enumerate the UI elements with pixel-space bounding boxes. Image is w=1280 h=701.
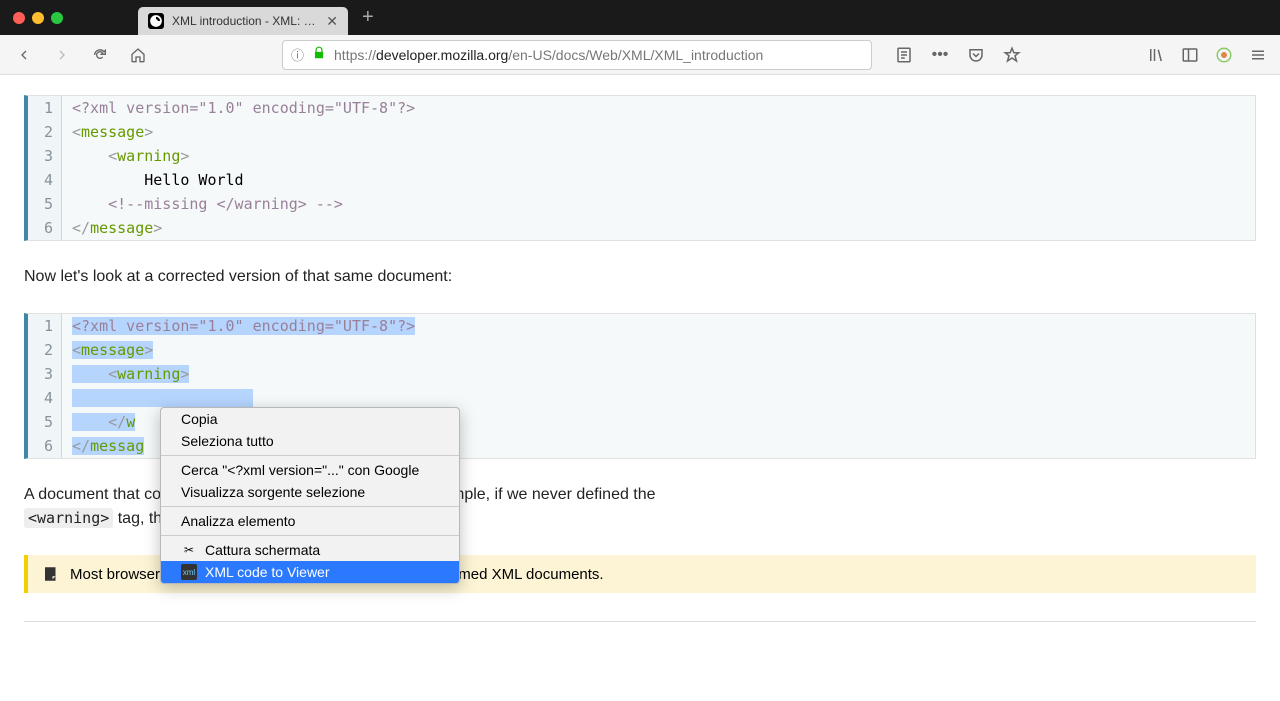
code-text[interactable]: <message>: [62, 120, 153, 144]
menu-icon[interactable]: [1246, 43, 1270, 67]
code-line: 3 <warning>: [28, 144, 1255, 168]
inline-code-warning-tag: <warning>: [24, 508, 113, 528]
minimize-window-button[interactable]: [32, 12, 44, 24]
code-line: 2<message>: [28, 338, 1255, 362]
line-number: 2: [28, 338, 62, 362]
line-number: 1: [28, 314, 62, 338]
code-text[interactable]: <warning>: [62, 144, 189, 168]
page-actions-icon[interactable]: •••: [928, 43, 952, 67]
lock-icon: [312, 46, 326, 63]
code-line: 3 <warning>: [28, 362, 1255, 386]
paragraph-corrected-intro: Now let's look at a corrected version of…: [24, 265, 1256, 289]
menu-copy[interactable]: Copia: [161, 408, 459, 430]
url-text: https://developer.mozilla.org/en-US/docs…: [334, 47, 863, 63]
home-button[interactable]: [124, 41, 152, 69]
line-number: 5: [28, 410, 62, 434]
bookmark-star-icon[interactable]: [1000, 43, 1024, 67]
pocket-icon[interactable]: [964, 43, 988, 67]
code-block-1[interactable]: 1<?xml version="1.0" encoding="UTF-8"?>2…: [24, 95, 1256, 241]
window-titlebar: XML introduction - XML: Extens ✕ +: [0, 0, 1280, 35]
menu-screenshot[interactable]: ✂ Cattura schermata: [161, 539, 459, 561]
site-info-icon[interactable]: ⓘ: [291, 45, 304, 64]
divider: [24, 621, 1256, 622]
extension-icon[interactable]: [1212, 43, 1236, 67]
tab-title: XML introduction - XML: Extens: [172, 14, 318, 28]
code-text[interactable]: <?xml version="1.0" encoding="UTF-8"?>: [62, 96, 415, 120]
new-tab-button[interactable]: +: [362, 6, 374, 29]
menu-separator: [161, 506, 459, 507]
code-text[interactable]: <!--missing </warning> -->: [62, 192, 343, 216]
traffic-lights: [13, 12, 63, 24]
line-number: 6: [28, 434, 62, 458]
menu-inspect-element[interactable]: Analizza elemento: [161, 510, 459, 532]
line-number: 3: [28, 362, 62, 386]
code-text[interactable]: <message>: [62, 338, 153, 362]
menu-search-google[interactable]: Cerca "<?xml version="..." con Google: [161, 459, 459, 481]
code-line: 1<?xml version="1.0" encoding="UTF-8"?>: [28, 314, 1255, 338]
scissors-icon: ✂: [181, 542, 197, 558]
page-content: 1<?xml version="1.0" encoding="UTF-8"?>2…: [0, 75, 1280, 642]
forward-button[interactable]: [48, 41, 76, 69]
line-number: 5: [28, 192, 62, 216]
line-number: 3: [28, 144, 62, 168]
code-line: 6</message>: [28, 216, 1255, 240]
reload-button[interactable]: [86, 41, 114, 69]
url-bar[interactable]: ⓘ https://developer.mozilla.org/en-US/do…: [282, 40, 872, 70]
code-text[interactable]: <warning>: [62, 362, 189, 386]
library-icon[interactable]: [1144, 43, 1168, 67]
menu-view-source[interactable]: Visualizza sorgente selezione: [161, 481, 459, 503]
line-number: 2: [28, 120, 62, 144]
sidebar-icon[interactable]: [1178, 43, 1202, 67]
code-line: 1<?xml version="1.0" encoding="UTF-8"?>: [28, 96, 1255, 120]
close-window-button[interactable]: [13, 12, 25, 24]
code-text[interactable]: </w: [62, 410, 135, 434]
code-text[interactable]: </messag: [62, 434, 144, 458]
tab-close-icon[interactable]: ✕: [326, 13, 338, 30]
line-number: 6: [28, 216, 62, 240]
browser-toolbar: ⓘ https://developer.mozilla.org/en-US/do…: [0, 35, 1280, 75]
code-text[interactable]: Hello World: [62, 168, 244, 192]
line-number: 4: [28, 168, 62, 192]
tab-favicon-icon: [148, 13, 164, 29]
line-number: 4: [28, 386, 62, 410]
menu-separator: [161, 535, 459, 536]
code-line: 5 <!--missing </warning> -->: [28, 192, 1255, 216]
code-text[interactable]: <?xml version="1.0" encoding="UTF-8"?>: [62, 314, 415, 338]
context-menu: Copia Seleziona tutto Cerca "<?xml versi…: [160, 407, 460, 584]
line-number: 1: [28, 96, 62, 120]
xml-extension-icon: xml: [181, 564, 197, 580]
maximize-window-button[interactable]: [51, 12, 63, 24]
note-icon: [42, 565, 60, 583]
code-line: 4 Hello World: [28, 168, 1255, 192]
menu-separator: [161, 455, 459, 456]
menu-select-all[interactable]: Seleziona tutto: [161, 430, 459, 452]
back-button[interactable]: [10, 41, 38, 69]
reader-mode-icon[interactable]: [892, 43, 916, 67]
browser-tab[interactable]: XML introduction - XML: Extens ✕: [138, 7, 348, 35]
code-text[interactable]: </message>: [62, 216, 162, 240]
code-line: 2<message>: [28, 120, 1255, 144]
menu-xml-viewer[interactable]: xml XML code to Viewer: [161, 561, 459, 583]
